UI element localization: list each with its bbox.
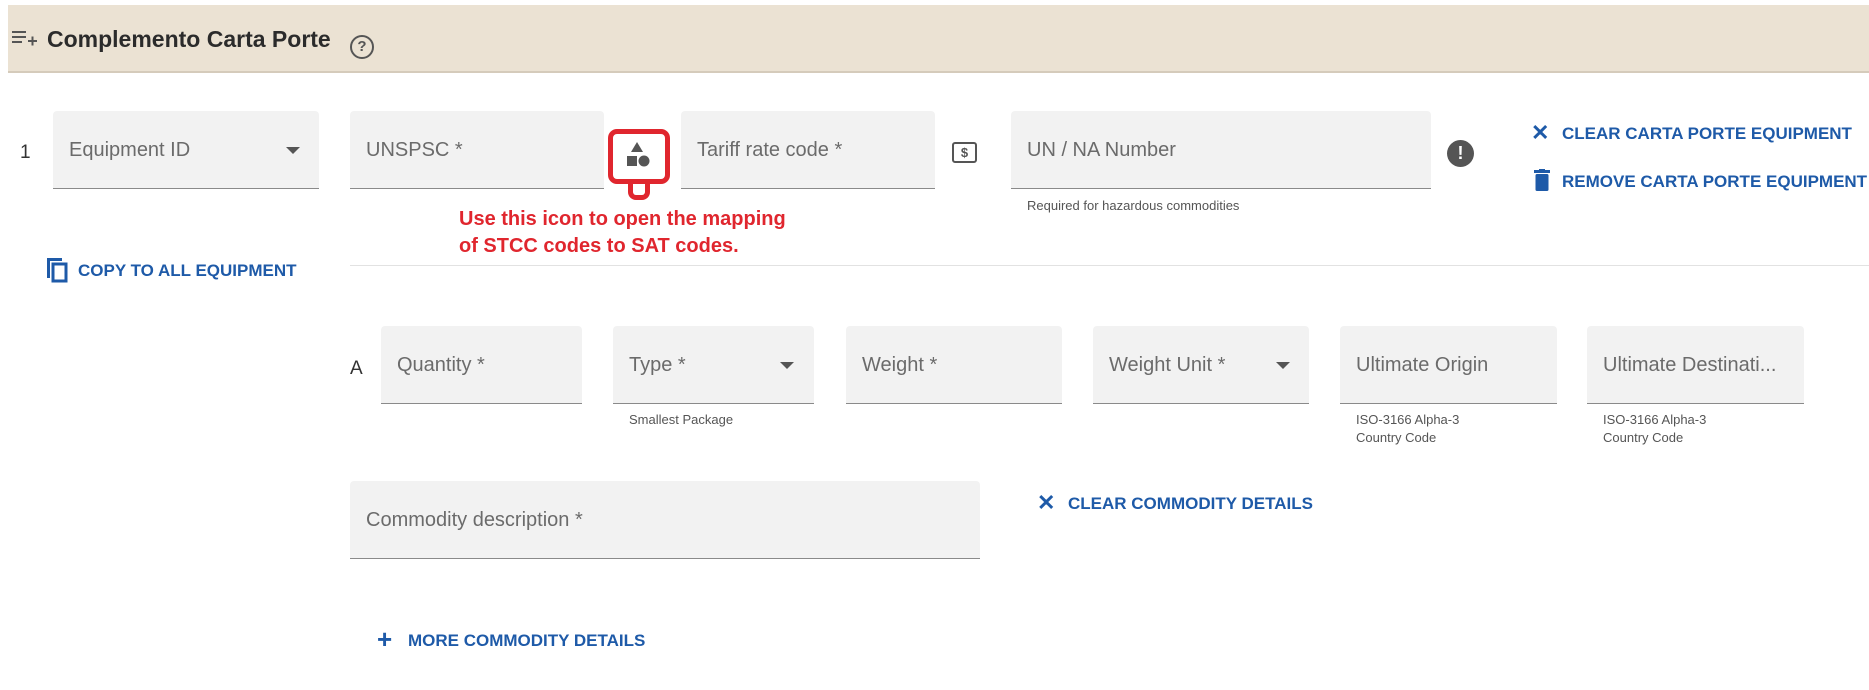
chevron-down-icon[interactable] bbox=[286, 147, 300, 154]
chevron-down-icon[interactable] bbox=[1276, 362, 1290, 369]
section-title: Complemento Carta Porte bbox=[47, 26, 331, 52]
equipment-id-label: Equipment ID bbox=[69, 139, 191, 161]
add-list-icon bbox=[12, 27, 38, 54]
type-hint: Smallest Package bbox=[629, 412, 734, 427]
copy-icon[interactable] bbox=[46, 257, 68, 288]
ultimate-origin-hint: ISO-3166 Alpha-3 Country Code bbox=[1356, 411, 1459, 447]
type-label: Type * bbox=[629, 354, 686, 376]
weight-field[interactable]: Weight * bbox=[846, 326, 1062, 404]
annotation-line-2: of STCC codes to SAT codes. bbox=[459, 235, 739, 257]
section-divider bbox=[350, 265, 1869, 266]
help-icon[interactable]: ? bbox=[350, 35, 374, 59]
ultimate-destination-field[interactable]: Ultimate Destinati... bbox=[1587, 326, 1804, 404]
commodity-description-label: Commodity description * bbox=[366, 509, 583, 531]
section-header: Complemento Carta Porte ? bbox=[8, 5, 1869, 73]
annotation-pointer bbox=[628, 184, 650, 200]
type-select[interactable]: Type * bbox=[613, 326, 814, 404]
clear-carta-porte-equipment-button[interactable]: CLEAR CARTA PORTE EQUIPMENT bbox=[1562, 124, 1852, 144]
trash-icon[interactable] bbox=[1533, 169, 1551, 196]
stcc-mapping-icon[interactable] bbox=[623, 140, 653, 173]
annotation-text: Use this icon to open the mapping of STC… bbox=[459, 206, 786, 260]
ultimate-origin-hint-line-2: Country Code bbox=[1356, 430, 1437, 445]
un-na-number-label: UN / NA Number bbox=[1027, 139, 1176, 161]
weight-unit-label: Weight Unit * bbox=[1109, 354, 1226, 376]
close-icon[interactable]: ✕ bbox=[1531, 120, 1549, 146]
annotation-line-1: Use this icon to open the mapping bbox=[459, 208, 786, 230]
ultimate-origin-field[interactable]: Ultimate Origin bbox=[1340, 326, 1557, 404]
unspsc-label: UNSPSC * bbox=[366, 139, 463, 161]
more-commodity-details-button[interactable]: MORE COMMODITY DETAILS bbox=[408, 631, 645, 651]
plus-icon[interactable]: + bbox=[377, 624, 392, 655]
weight-label: Weight * bbox=[862, 354, 938, 376]
un-na-number-field[interactable]: UN / NA Number bbox=[1011, 111, 1431, 189]
tariff-rate-code-label: Tariff rate code * bbox=[697, 139, 843, 161]
ultimate-destination-hint-line-2: Country Code bbox=[1603, 430, 1684, 445]
ultimate-destination-label: Ultimate Destinati... bbox=[1603, 354, 1777, 376]
commodity-description-field[interactable]: Commodity description * bbox=[350, 481, 980, 559]
ultimate-destination-hint-line-1: ISO-3166 Alpha-3 bbox=[1603, 412, 1707, 427]
close-icon[interactable]: ✕ bbox=[1037, 490, 1055, 516]
quantity-label: Quantity * bbox=[397, 354, 485, 376]
commodity-row-letter: A bbox=[350, 358, 363, 379]
ultimate-destination-hint: ISO-3166 Alpha-3 Country Code bbox=[1603, 411, 1706, 447]
clear-commodity-details-button[interactable]: CLEAR COMMODITY DETAILS bbox=[1068, 494, 1313, 514]
tariff-dollar-icon[interactable]: $ bbox=[952, 142, 977, 163]
tariff-rate-code-field[interactable]: Tariff rate code * bbox=[681, 111, 935, 189]
copy-to-all-equipment-button[interactable]: COPY TO ALL EQUIPMENT bbox=[78, 261, 297, 281]
un-na-hint: Required for hazardous commodities bbox=[1027, 198, 1240, 213]
equipment-row-number: 1 bbox=[20, 142, 31, 163]
chevron-down-icon[interactable] bbox=[780, 362, 794, 369]
quantity-field[interactable]: Quantity * bbox=[381, 326, 582, 404]
weight-unit-select[interactable]: Weight Unit * bbox=[1093, 326, 1309, 404]
remove-carta-porte-equipment-button[interactable]: REMOVE CARTA PORTE EQUIPMENT bbox=[1562, 172, 1867, 192]
equipment-id-select[interactable]: Equipment ID bbox=[53, 111, 319, 189]
ultimate-origin-label: Ultimate Origin bbox=[1356, 354, 1489, 376]
ultimate-origin-hint-line-1: ISO-3166 Alpha-3 bbox=[1356, 412, 1460, 427]
unspsc-field[interactable]: UNSPSC * bbox=[350, 111, 604, 189]
warning-icon: ! bbox=[1447, 140, 1474, 167]
